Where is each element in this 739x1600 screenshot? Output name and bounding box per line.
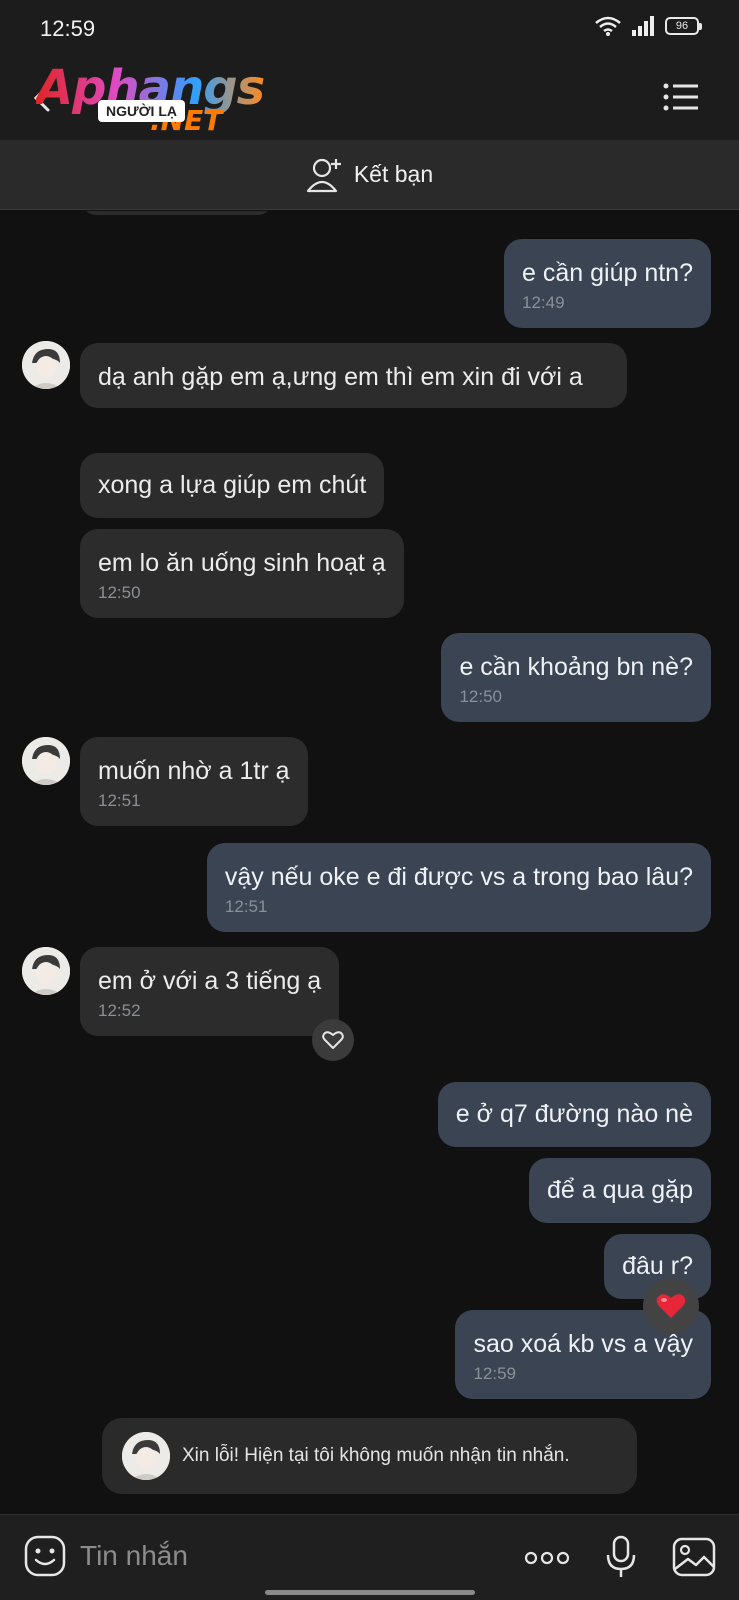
battery-icon: 96 bbox=[665, 17, 702, 35]
message-composer bbox=[0, 1514, 739, 1600]
heart-filled-icon bbox=[656, 1294, 686, 1318]
stranger-badge: NGƯỜI LẠ bbox=[98, 100, 185, 122]
contact-avatar[interactable] bbox=[22, 947, 70, 995]
system-notice-text: Xin lỗi! Hiện tại tôi không muốn nhận ti… bbox=[182, 1445, 570, 1466]
message-text: vậy nếu oke e đi được vs a trong bao lâu… bbox=[224, 863, 693, 891]
message-bubble-out[interactable]: e cần khoảng bn nè? 12:50 bbox=[441, 633, 711, 722]
home-indicator[interactable] bbox=[265, 1590, 475, 1595]
message-bubble-partial bbox=[80, 211, 274, 215]
system-notice: Xin lỗi! Hiện tại tôi không muốn nhận ti… bbox=[102, 1418, 637, 1494]
avatar-image bbox=[22, 341, 70, 389]
add-friend-button[interactable]: Kết bạn bbox=[0, 140, 739, 210]
signal-icon bbox=[632, 16, 654, 36]
message-text: e ở q7 đường nào nè bbox=[455, 1100, 693, 1128]
avatar-image bbox=[22, 737, 70, 785]
message-bubble-out[interactable]: vậy nếu oke e đi được vs a trong bao lâu… bbox=[206, 843, 711, 932]
message-bubble-out[interactable]: e ở q7 đường nào nè bbox=[437, 1082, 711, 1147]
message-bubble-in[interactable]: em lo ăn uống sinh hoạt ạ 12:50 bbox=[80, 529, 404, 618]
image-gallery-icon[interactable] bbox=[672, 1537, 716, 1577]
chat-header: Aphangs .NET NGƯỜI LẠ bbox=[0, 56, 739, 140]
message-input[interactable] bbox=[80, 1535, 500, 1577]
message-text: em ở với a 3 tiếng ạ bbox=[98, 967, 322, 995]
message-text: e cần khoảng bn nè? bbox=[459, 653, 693, 681]
contact-avatar[interactable] bbox=[22, 737, 70, 785]
message-bubble-out[interactable]: e cần giúp ntn? 12:49 bbox=[504, 239, 711, 328]
message-time: 12:51 bbox=[98, 791, 141, 810]
contact-avatar[interactable] bbox=[22, 341, 70, 389]
status-bar: 12:59 96 bbox=[0, 0, 739, 56]
message-bubble-in[interactable]: dạ anh gặp em ạ,ưng em thì em xin đi với… bbox=[80, 343, 627, 408]
microphone-icon[interactable] bbox=[604, 1535, 638, 1579]
heart-reaction[interactable] bbox=[643, 1278, 699, 1334]
message-text: sao xoá kb vs a vậy bbox=[473, 1330, 693, 1358]
battery-level: 96 bbox=[675, 20, 689, 32]
avatar-image bbox=[22, 947, 70, 995]
emoji-icon[interactable] bbox=[24, 1535, 66, 1577]
message-time: 12:59 bbox=[473, 1364, 516, 1383]
message-time: 12:51 bbox=[224, 897, 268, 916]
message-time: 12:50 bbox=[98, 583, 141, 602]
message-text: đâu r? bbox=[622, 1252, 693, 1280]
message-bubble-out[interactable]: để a qua gặp bbox=[529, 1158, 711, 1223]
message-bubble-in[interactable]: em ở với a 3 tiếng ạ 12:52 bbox=[80, 947, 340, 1036]
react-heart-button[interactable] bbox=[312, 1019, 354, 1061]
message-text: xong a lựa giúp em chút bbox=[98, 471, 367, 499]
message-text: muốn nhờ a 1tr ạ bbox=[98, 757, 290, 785]
message-list[interactable]: e cần giúp ntn? 12:49 dạ anh gặp em ạ,ưn… bbox=[0, 211, 739, 1514]
message-bubble-in[interactable]: muốn nhờ a 1tr ạ 12:51 bbox=[80, 737, 308, 826]
message-time: 12:50 bbox=[459, 687, 502, 706]
add-friend-icon bbox=[306, 158, 341, 192]
message-time: 12:52 bbox=[98, 1001, 141, 1020]
more-options-icon[interactable] bbox=[524, 1551, 570, 1565]
message-text: e cần giúp ntn? bbox=[522, 259, 693, 287]
add-friend-label: Kết bạn bbox=[353, 161, 434, 187]
message-text: em lo ăn uống sinh hoạt ạ bbox=[98, 549, 386, 577]
wifi-icon bbox=[595, 16, 621, 36]
message-bubble-in[interactable]: xong a lựa giúp em chút bbox=[80, 453, 385, 518]
message-time: 12:49 bbox=[522, 293, 565, 312]
avatar-image bbox=[122, 1432, 170, 1480]
heart-outline-icon bbox=[322, 1031, 344, 1049]
menu-list-icon[interactable] bbox=[663, 82, 699, 112]
message-text: để a qua gặp bbox=[547, 1176, 693, 1204]
message-text: dạ anh gặp em ạ,ưng em thì em xin đi với… bbox=[98, 363, 583, 391]
contact-avatar bbox=[122, 1432, 170, 1480]
status-time: 12:59 bbox=[40, 16, 96, 41]
status-icons: 96 bbox=[595, 16, 702, 36]
